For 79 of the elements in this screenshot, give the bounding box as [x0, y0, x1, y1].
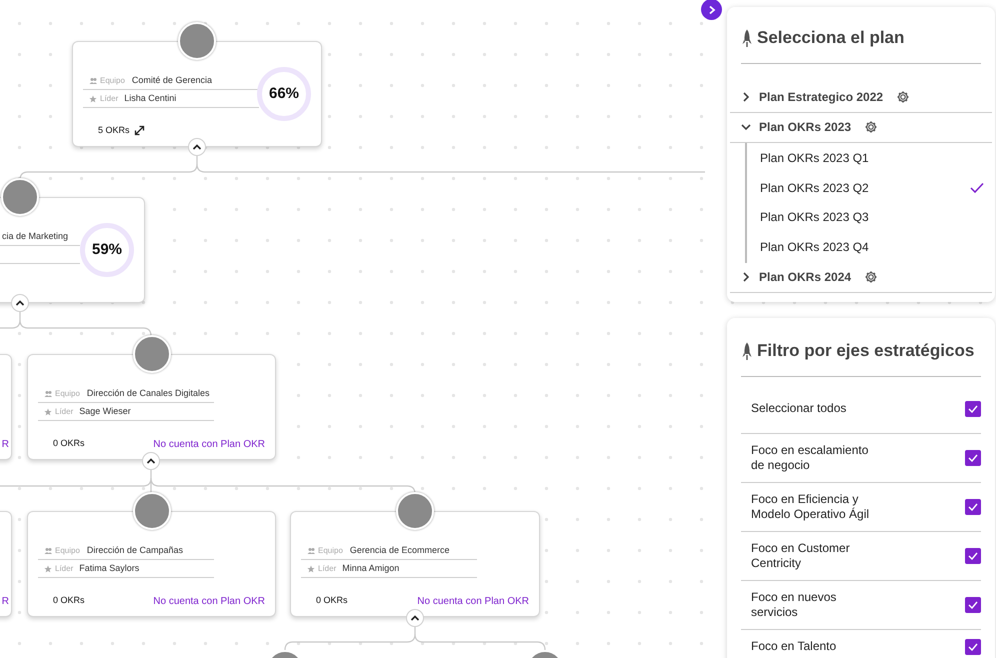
team-label: Equipo	[100, 74, 125, 86]
star-icon	[307, 564, 315, 572]
collapse-button[interactable]	[11, 294, 29, 312]
caret-up-icon	[146, 457, 156, 465]
leader-name: Sage Wieser	[79, 404, 131, 418]
progress-value: 59%	[92, 240, 122, 260]
filter-label: Foco en escalamiento de negocio	[751, 442, 870, 472]
filter-label: Foco en nuevos servicios	[751, 590, 838, 620]
gear-icon[interactable]	[896, 90, 910, 104]
caret-up-icon	[192, 143, 202, 151]
team-name: cia de Marketing	[2, 230, 68, 243]
check-icon	[968, 600, 978, 608]
plan-option[interactable]: Plan OKRs 2023 Q3	[747, 202, 992, 232]
filter-label: Foco en Talento	[751, 638, 838, 654]
progress-value: 66%	[268, 84, 300, 104]
okr-count: 0 OKRs	[53, 437, 85, 450]
no-plan-note: R	[2, 438, 9, 452]
team-label: Equipo	[318, 544, 343, 556]
check-icon	[968, 454, 978, 462]
gear-icon[interactable]	[864, 270, 878, 284]
people-icon	[89, 77, 97, 84]
collapse-panel-button[interactable]	[701, 0, 722, 20]
checkbox[interactable]	[965, 450, 981, 466]
collapse-button[interactable]	[142, 452, 160, 470]
plan-row[interactable]: Plan Estrategico 2022	[730, 82, 992, 112]
rocket-icon	[741, 342, 753, 360]
expand-icon[interactable]	[134, 125, 145, 136]
leader-label: Líder	[318, 562, 336, 574]
rocket-icon	[741, 28, 753, 47]
leader-name: Lisha Centini	[124, 92, 176, 105]
team-label: Equipo	[55, 388, 80, 400]
caret-up-icon	[15, 299, 25, 307]
team-name: Comité de Gerencia	[132, 74, 212, 87]
plan-row[interactable]: Plan OKRs 2023	[730, 112, 992, 142]
check-icon	[968, 502, 978, 510]
chevron-right-icon	[708, 4, 716, 14]
okr-count: 0 OKRs	[53, 594, 85, 607]
panel-title: Selecciona el plan	[757, 27, 904, 49]
team-name: Dirección de Canales Digitales	[86, 386, 210, 400]
check-icon	[968, 642, 978, 650]
plan-option[interactable]: Plan OKRs 2023 Q2	[747, 173, 992, 202]
filter-label: Foco en Customer Centricity	[751, 540, 851, 570]
leader-name: Fatima Saylors	[79, 562, 140, 575]
star-icon	[44, 408, 52, 416]
star-icon	[44, 564, 52, 572]
panel-title: Filtro por ejes estratégicos	[757, 340, 974, 362]
no-plan-note: No cuenta con Plan OKR	[153, 595, 265, 609]
checkbox[interactable]	[965, 548, 981, 564]
checkbox[interactable]	[965, 400, 981, 416]
checkbox[interactable]	[965, 638, 981, 654]
checkbox[interactable]	[965, 498, 981, 514]
leader-label: Líder	[55, 562, 74, 574]
team-name: Dirección de Campañas	[86, 544, 183, 557]
collapse-button[interactable]	[406, 609, 424, 627]
no-plan-note: No cuenta con Plan OKR	[153, 438, 265, 452]
team-name: Gerencia de Ecommerce	[350, 544, 450, 557]
people-icon	[307, 547, 315, 554]
check-icon	[968, 552, 978, 560]
leader-label: Líder	[55, 406, 74, 418]
plan-row[interactable]: Plan OKRs 2024	[730, 262, 992, 292]
people-icon	[44, 547, 52, 554]
plan-option[interactable]: Plan OKRs 2023 Q4	[747, 232, 992, 262]
gear-icon[interactable]	[864, 120, 878, 134]
star-icon	[89, 94, 97, 102]
filter-label: Foco en Eficiencia y Modelo Operativo Ágil	[751, 492, 870, 522]
collapse-button[interactable]	[188, 138, 206, 156]
leader-label: Líder	[100, 92, 118, 104]
people-icon	[44, 390, 52, 397]
no-plan-note: No cuenta con Plan OKR	[417, 595, 529, 609]
checkbox[interactable]	[965, 596, 981, 612]
okr-count: 5 OKRs	[98, 124, 130, 137]
no-plan-note: R	[2, 595, 9, 609]
team-label: Equipo	[55, 544, 80, 556]
plan-option[interactable]: Plan OKRs 2023 Q1	[747, 144, 992, 173]
leader-name: Minna Amigon	[342, 562, 400, 575]
check-icon	[968, 404, 978, 412]
caret-up-icon	[410, 614, 420, 622]
filter-label: Seleccionar todos	[751, 401, 848, 416]
okr-count: 0 OKRs	[316, 594, 348, 607]
